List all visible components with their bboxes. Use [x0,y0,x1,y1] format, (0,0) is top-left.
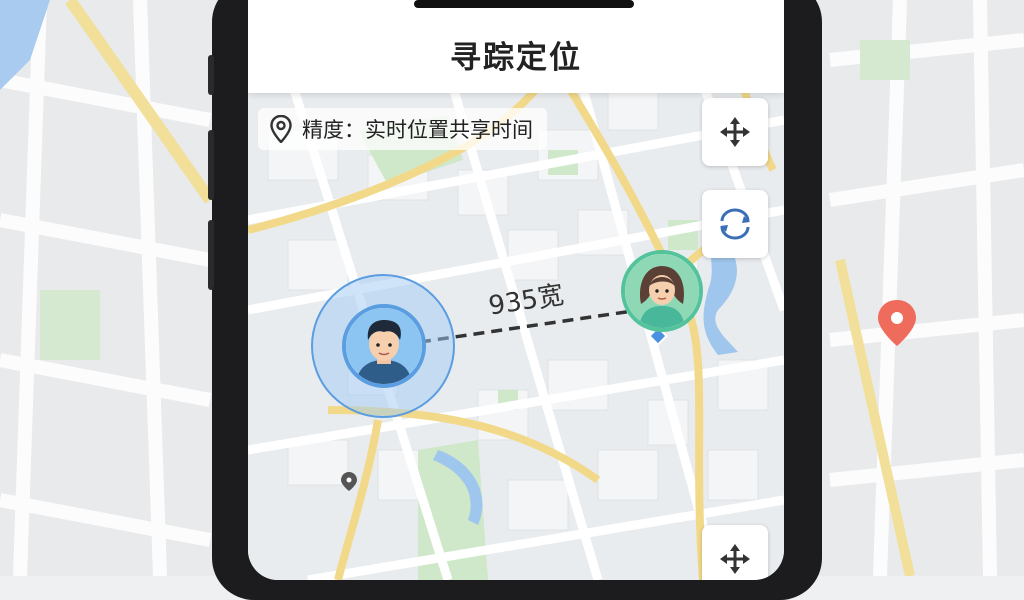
female-avatar-icon [625,254,699,328]
phone-side-button [208,55,214,95]
accuracy-label: 精度：实时位置共享时间 [302,118,533,142]
move-control-button[interactable] [702,98,768,166]
move-arrows-icon [720,544,750,574]
page-title: 寻踪定位 [450,40,582,76]
accuracy-banner: 精度：实时位置共享时间 [258,108,547,150]
phone-frame: 寻踪定位 精度：实时位置共享时间 935宽 [208,0,822,600]
phone-side-button [208,220,214,290]
rotate-icon [720,208,750,240]
phone-screen: 寻踪定位 精度：实时位置共享时间 935宽 [248,0,784,580]
move-arrows-icon [720,117,750,147]
notch [414,0,634,8]
rotate-control-button[interactable] [702,190,768,258]
move-control-button-bottom[interactable] [702,525,768,580]
male-avatar-icon [346,308,422,384]
friend-avatar[interactable] [621,250,703,332]
phone-side-button [208,130,214,200]
my-avatar[interactable] [342,304,426,388]
location-pin-icon [270,115,292,143]
header: 寻踪定位 [248,0,784,93]
